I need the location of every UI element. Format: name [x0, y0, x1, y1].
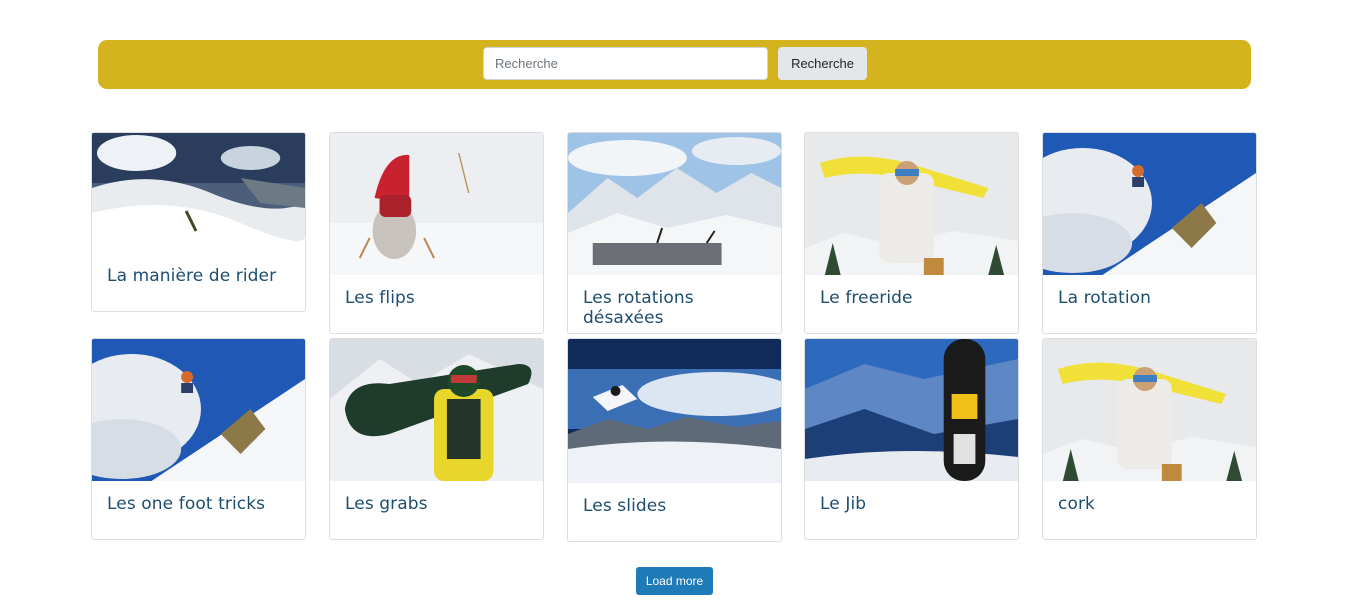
- search-button[interactable]: Recherche: [778, 47, 867, 80]
- card-title[interactable]: Les grabs: [330, 481, 543, 514]
- card-title[interactable]: cork: [1043, 481, 1256, 514]
- trick-card-les-rotations-desaxees[interactable]: Les rotations désaxées: [567, 132, 782, 334]
- trick-card-la-rotation[interactable]: La rotation: [1042, 132, 1257, 334]
- trick-card-la-maniere-de-rider[interactable]: La manière de rider: [91, 132, 306, 312]
- card-image: [568, 133, 781, 275]
- card-image: [92, 339, 305, 481]
- card-title[interactable]: Les rotations désaxées: [568, 275, 781, 328]
- card-image: [330, 133, 543, 275]
- trick-card-les-grabs[interactable]: Les grabs: [329, 338, 544, 540]
- card-image: [1043, 133, 1256, 275]
- trick-card-le-jib[interactable]: Le Jib: [804, 338, 1019, 540]
- card-image: [805, 133, 1018, 275]
- search-input[interactable]: [483, 47, 768, 80]
- load-more-button[interactable]: Load more: [636, 567, 713, 595]
- card-title[interactable]: La manière de rider: [92, 253, 305, 286]
- card-image: [1043, 339, 1256, 481]
- card-image: [805, 339, 1018, 481]
- card-image: [92, 133, 305, 253]
- card-title[interactable]: Le freeride: [805, 275, 1018, 308]
- card-image: [330, 339, 543, 481]
- card-title[interactable]: Le Jib: [805, 481, 1018, 514]
- card-title[interactable]: Les one foot tricks: [92, 481, 305, 514]
- trick-card-les-one-foot-tricks[interactable]: Les one foot tricks: [91, 338, 306, 540]
- card-title[interactable]: Les flips: [330, 275, 543, 308]
- card-title[interactable]: La rotation: [1043, 275, 1256, 308]
- trick-card-les-slides[interactable]: Les slides: [567, 338, 782, 542]
- trick-card-le-freeride[interactable]: Le freeride: [804, 132, 1019, 334]
- search-bar: Recherche: [98, 40, 1251, 89]
- card-image: [568, 339, 781, 483]
- trick-card-cork[interactable]: cork: [1042, 338, 1257, 540]
- card-title[interactable]: Les slides: [568, 483, 781, 516]
- trick-card-les-flips[interactable]: Les flips: [329, 132, 544, 334]
